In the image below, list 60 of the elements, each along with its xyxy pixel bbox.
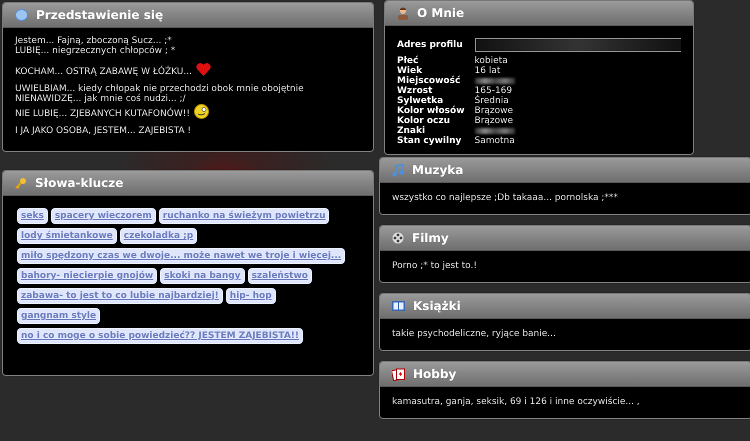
field-value: Średnia bbox=[474, 96, 509, 106]
film-reel-icon bbox=[392, 232, 404, 244]
intro-line: KOCHAM... OSTRĄ ZABAWĘ W ŁÓŻKU... bbox=[15, 67, 192, 77]
field-label: Miejscowość bbox=[397, 76, 462, 86]
field-value: 16 lat bbox=[474, 66, 500, 76]
field-label: Znaki bbox=[397, 126, 426, 136]
intro-line: NIE LUBIĘ... ZJEBANYCH KUTAFONÓW!! bbox=[15, 109, 190, 119]
field-label: Kolor oczu bbox=[397, 116, 452, 126]
smiley-icon bbox=[194, 104, 209, 119]
speech-bubble-icon bbox=[15, 9, 28, 21]
field-label: Wzrost bbox=[397, 86, 434, 96]
keyword-tag[interactable]: miło spędzony czas we dwoje... może nawet we troje i więcej... bbox=[17, 248, 346, 264]
keyword-tag[interactable]: bahory- niecierpie gnojów bbox=[17, 268, 158, 284]
field-label: Płeć bbox=[397, 56, 420, 66]
card-title: Filmy bbox=[412, 231, 449, 245]
field-label: Adres profilu bbox=[397, 39, 464, 52]
music-note-icon bbox=[392, 164, 404, 176]
profile-address-field[interactable] bbox=[474, 38, 681, 52]
field-label: Wiek bbox=[397, 66, 422, 76]
field-value: Samotna bbox=[474, 136, 515, 146]
field-value: 165-169 bbox=[474, 86, 512, 96]
keyword-tag[interactable]: spacery wieczorem bbox=[50, 208, 156, 224]
keyword-tag[interactable]: zabawa- to jest to co lubie najbardziej! bbox=[17, 288, 223, 304]
intro-line: I JA JAKO OSOBA, JESTEM... ZAJEBISTA ! bbox=[15, 126, 192, 136]
card-title: Muzyka bbox=[412, 163, 464, 177]
keyword-tag[interactable]: szaleństwo bbox=[248, 268, 312, 284]
intro-line: Jestem... Fajną, zboczoną Sucz... ;* bbox=[15, 36, 172, 46]
field-label: Kolor włosów bbox=[397, 106, 465, 116]
field-value: Brązowe bbox=[474, 106, 514, 116]
field-label: Stan cywilny bbox=[397, 136, 462, 146]
section-text: wszystko co najlepsze ;Db takaaa... pornolska ;*** bbox=[392, 192, 619, 203]
section-text: Porno ;* to jest to.! bbox=[392, 260, 478, 271]
key-icon bbox=[15, 177, 27, 189]
keyword-tag[interactable]: czekoladka ;p bbox=[120, 228, 198, 244]
card-title: Książki bbox=[413, 299, 461, 313]
keyword-tag[interactable]: seks bbox=[17, 208, 48, 224]
intro-line: NIENAWIDZĘ... jak mnie coś nudzi... ;/ bbox=[15, 94, 186, 104]
keyword-tag[interactable]: no i co moge o sobie powiedzieć?? JESTEM ZAJEBISTA!! bbox=[17, 328, 304, 344]
field-value: kobieta bbox=[474, 56, 508, 66]
keyword-tag[interactable]: hip- hop bbox=[226, 288, 276, 304]
playing-cards-icon bbox=[392, 368, 405, 380]
field-label: Sylwetka bbox=[397, 96, 444, 106]
heart-icon bbox=[196, 63, 211, 76]
intro-line: LUBIĘ... niegrzecznych chłopców ; * bbox=[15, 46, 176, 56]
keyword-tag[interactable]: skoki na bangy bbox=[160, 268, 245, 284]
book-icon bbox=[392, 301, 405, 311]
person-icon bbox=[397, 6, 409, 20]
field-value: Brązowe bbox=[474, 116, 514, 126]
blurred-value bbox=[474, 78, 515, 84]
card-title: Przedstawienie się bbox=[36, 8, 164, 22]
keyword-tag[interactable]: ruchanko na świeżym powietrzu bbox=[158, 208, 330, 224]
blurred-value bbox=[474, 128, 515, 134]
keyword-tag[interactable]: lody śmietankowe bbox=[17, 228, 117, 244]
intro-line: UWIELBIAM... kiedy chłopak nie przechodzi obok mnie obojętnie bbox=[15, 84, 304, 94]
card-title: Hobby bbox=[413, 367, 456, 381]
card-title: O Mnie bbox=[417, 6, 464, 20]
card-title: Słowa-klucze bbox=[35, 176, 124, 190]
keyword-tag[interactable]: gangnam style bbox=[17, 308, 100, 324]
section-text: kamasutra, ganja, seksik, 69 i 126 i inne oczywiście... , bbox=[392, 396, 641, 407]
section-text: takie psychodeliczne, ryjące banie... bbox=[392, 328, 557, 339]
